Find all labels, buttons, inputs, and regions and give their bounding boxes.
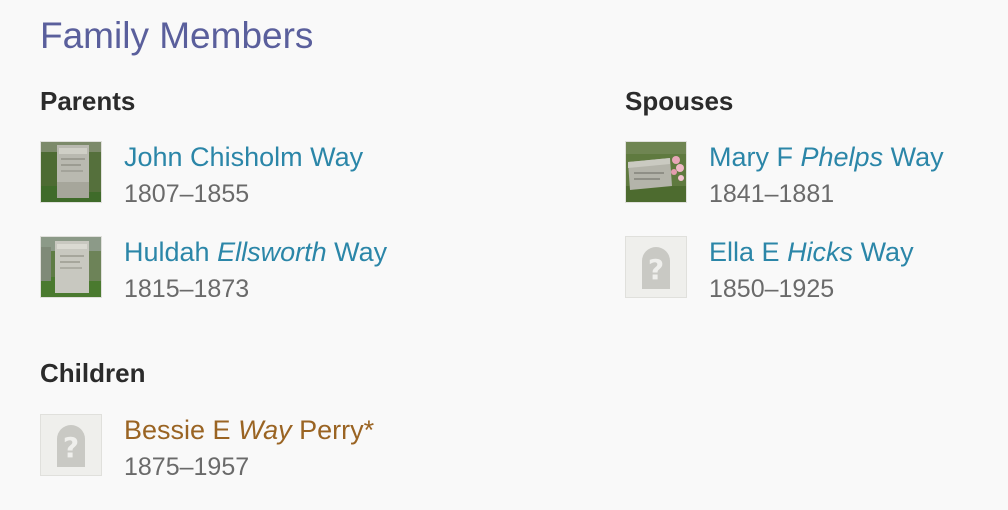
family-member-huldah-ellsworth-way: Huldah Ellsworth Way 1815–1873 xyxy=(40,234,387,303)
headstone-photo-thumbnail[interactable] xyxy=(40,141,102,203)
member-name-link[interactable]: John Chisholm Way xyxy=(124,139,363,175)
question-mark-headstone-icon: ? xyxy=(57,425,85,467)
svg-text:?: ? xyxy=(63,431,79,464)
headstone-photo-icon xyxy=(41,237,101,297)
member-name-link[interactable]: Ella E Hicks Way xyxy=(709,234,914,270)
headstone-photo-icon xyxy=(41,142,101,202)
no-photo-placeholder[interactable]: ? xyxy=(40,414,102,476)
family-member-john-chisholm-way: John Chisholm Way 1807–1855 xyxy=(40,139,363,208)
parents-heading: Parents xyxy=(40,86,136,116)
spouses-heading: Spouses xyxy=(625,86,734,116)
no-photo-placeholder[interactable]: ? xyxy=(625,236,687,298)
children-heading: Children xyxy=(40,358,146,388)
question-mark-headstone-icon: ? xyxy=(642,247,670,289)
headstone-photo-thumbnail[interactable] xyxy=(625,141,687,203)
family-members-title: Family Members xyxy=(40,15,314,56)
member-dates: 1841–1881 xyxy=(709,180,835,208)
family-member-ella-e-hicks-way: ? Ella E Hicks Way 1850–1925 xyxy=(625,234,914,303)
member-name-link[interactable]: Mary F Phelps Way xyxy=(709,139,944,175)
svg-text:?: ? xyxy=(648,253,664,286)
member-name-link-current[interactable]: Bessie E Way Perry* xyxy=(124,412,374,448)
family-member-mary-f-phelps-way: Mary F Phelps Way 1841–1881 xyxy=(625,139,944,208)
headstone-photo-icon xyxy=(626,142,686,202)
headstone-photo-thumbnail[interactable] xyxy=(40,236,102,298)
member-dates: 1875–1957 xyxy=(124,453,250,481)
member-dates: 1807–1855 xyxy=(124,180,250,208)
family-member-bessie-e-way-perry: ? Bessie E Way Perry* 1875–1957 xyxy=(40,412,374,481)
member-dates: 1850–1925 xyxy=(709,275,835,303)
member-dates: 1815–1873 xyxy=(124,275,250,303)
member-name-link[interactable]: Huldah Ellsworth Way xyxy=(124,234,387,270)
